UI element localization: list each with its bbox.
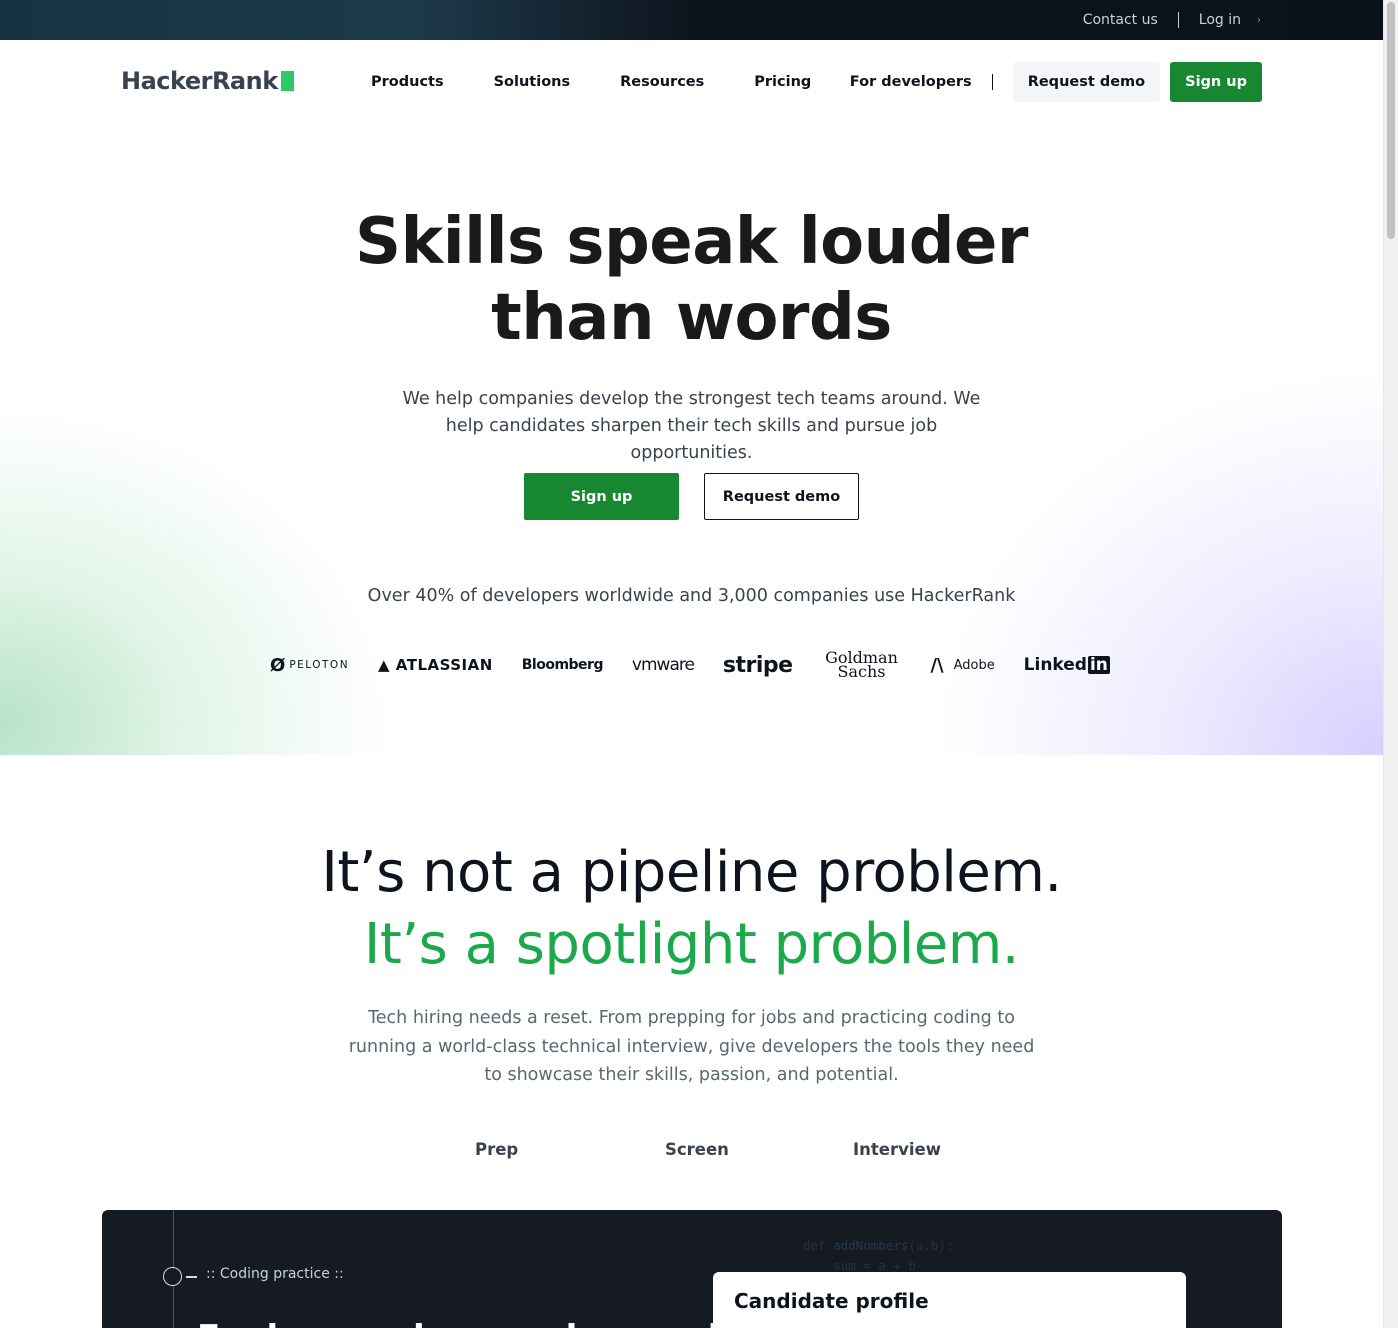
code-args: (a,b): [908,1238,954,1253]
feature-panel: :: Coding practice :: Explore and expand… [102,1210,1282,1328]
nav-item-pricing[interactable]: Pricing [754,74,811,90]
hero-subtitle: We help companies develop the strongest … [402,389,981,463]
adobe-wordmark: Adobe [953,657,995,673]
nav-item-solutions[interactable]: Solutions [494,74,571,90]
timeline-node-icon [163,1267,182,1286]
feature-headline: Explore and expand your skills [197,1318,786,1328]
nav-actions: For developers Request demo Sign up [850,62,1262,102]
nav-item-products[interactable]: Products [371,74,444,90]
page-scrollbar[interactable] [1383,0,1398,1328]
linkedin-logo: Linked in [1024,655,1110,675]
bloomberg-logo: Bloomberg [521,657,604,673]
main-nav: HackerRank Products Solutions Resources … [0,40,1383,124]
atlassian-logo: ▲ ATLASSIAN [378,656,493,674]
hackerrank-logo[interactable]: HackerRank [121,66,294,96]
code-keyword: def [803,1238,834,1253]
timeline-connector [186,1276,197,1278]
stripe-logo: stripe [722,652,793,678]
contact-us-link[interactable]: Contact us [1083,12,1158,28]
code-line-2: sum = a + b [803,1258,916,1273]
peloton-logo: Ø PELOTON [270,655,349,676]
hero-sign-up-button[interactable]: Sign up [524,473,679,520]
login-link[interactable]: Log in [1199,12,1241,28]
logo-block-icon [280,71,294,91]
vmware-logo: vmware [631,655,695,675]
adobe-mark-icon: /\ [930,654,944,676]
tab-interview[interactable]: Interview [853,1140,941,1159]
pipeline-heading: It’s not a pipeline problem. [321,840,1062,905]
goldman-sachs-logo: Goldman Sachs [825,648,898,681]
tab-screen[interactable]: Screen [665,1140,729,1159]
divider [991,74,993,90]
peloton-wordmark: PELOTON [289,659,350,671]
code-snippet: def addNumbers(a,b): sum = a + b [803,1236,954,1276]
usage-stat: Over 40% of developers worldwide and 3,0… [367,586,1016,606]
customer-logos: Ø PELOTON ▲ ATLASSIAN Bloomberg vmware st… [270,644,1110,686]
hero-request-demo-button[interactable]: Request demo [704,473,859,520]
nav-menu: Products Solutions Resources Pricing [371,40,861,124]
spotlight-heading: It’s a spotlight problem. [363,912,1020,977]
code-function: addNumbers [833,1238,909,1253]
sign-up-button[interactable]: Sign up [1170,62,1262,102]
logo-wordmark: HackerRank [121,67,278,95]
candidate-profile-card: Candidate profile [713,1272,1186,1328]
linkedin-in-icon: in [1087,655,1110,675]
scrollbar-thumb[interactable] [1387,2,1395,239]
chevron-right-icon: › [1257,14,1261,26]
utility-bar: Contact us Log in › [0,0,1383,40]
hero-title-line2: than words [491,281,892,355]
card-title: Candidate profile [734,1289,929,1313]
feature-eyebrow: :: Coding practice :: [206,1266,344,1282]
adobe-logo: /\ Adobe [930,655,994,676]
linkedin-wordmark: Linked [1023,655,1087,675]
atlassian-wordmark: ATLASSIAN [395,656,493,674]
divider [1177,12,1179,28]
product-tabs: Prep Screen Interview [0,1140,1383,1166]
utility-links: Contact us Log in › [1083,0,1261,40]
for-developers-link[interactable]: For developers [850,74,972,90]
hero-cta-group: Sign up Request demo [524,473,859,520]
request-demo-button[interactable]: Request demo [1012,62,1161,102]
nav-item-resources[interactable]: Resources [620,74,704,90]
tab-prep[interactable]: Prep [475,1140,518,1159]
hero-section: Skills speak louder than words We help c… [0,124,1383,755]
pipeline-subtitle: Tech hiring needs a reset. From prepping… [348,1008,1035,1085]
peloton-mark-icon: Ø [270,654,286,676]
hero-title-line1: Skills speak louder [355,205,1028,279]
hero-title: Skills speak louder than words [0,204,1383,356]
